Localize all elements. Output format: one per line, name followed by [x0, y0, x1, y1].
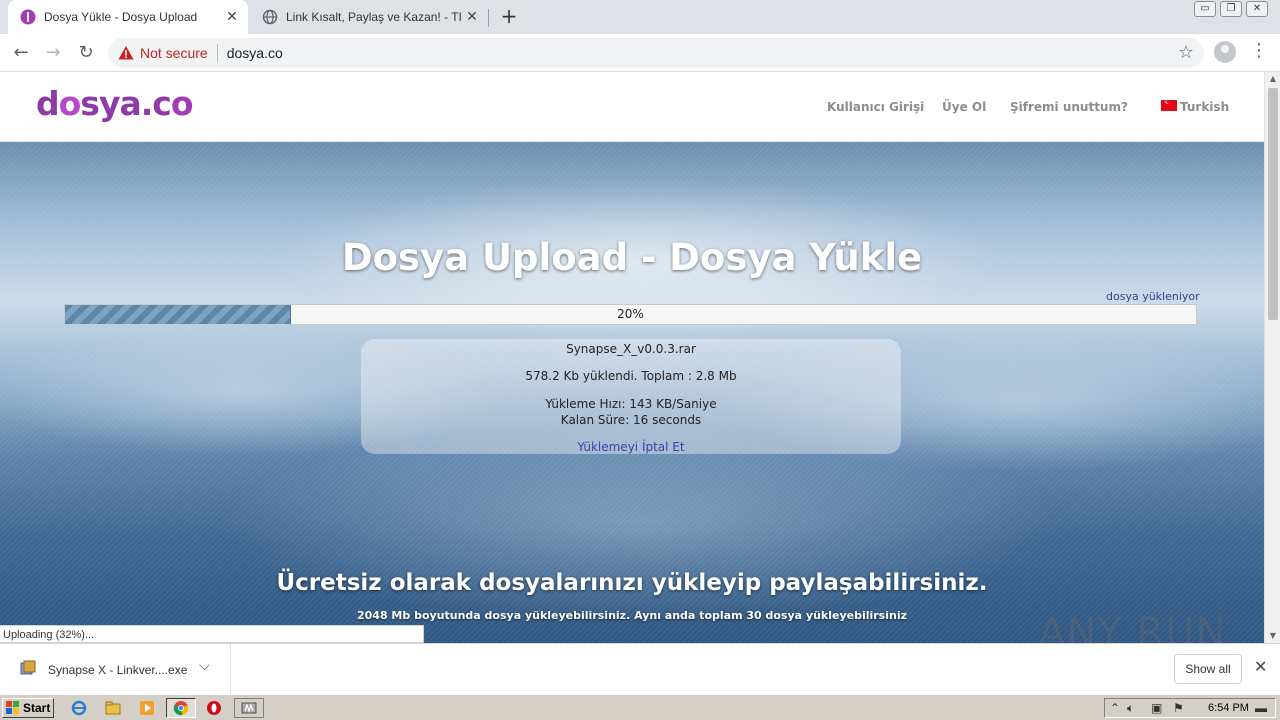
logo-letter: sya.c: [80, 84, 172, 123]
tab-title: Link Kısalt, Paylaş ve Kazan! - TIK.LA: [286, 10, 462, 24]
tab-close-icon[interactable]: ✕: [222, 9, 242, 25]
nav-signup-link[interactable]: Üye Ol: [942, 100, 986, 114]
download-filename: Synapse X - Linkver....exe: [48, 663, 188, 677]
upload-time-remaining: Kalan Süre: 16 seconds: [560, 413, 702, 427]
uploading-status-label: dosya yükleniyor: [1106, 290, 1200, 303]
browser-status-bubble: Uploading (32%)...: [0, 625, 424, 643]
site-header: dosya.co Kullanıcı Girişi Üye Ol Şifremi…: [0, 72, 1264, 142]
security-label[interactable]: Not secure: [140, 45, 208, 61]
omnibox-separator: [216, 44, 218, 62]
system-tray: ⌃ 🔈︎ ▣ ⚑ 6:54 PM ▬: [1104, 698, 1276, 718]
action-center-flag-icon[interactable]: ⚑: [1173, 701, 1184, 715]
application-icon: [241, 702, 257, 714]
show-all-button[interactable]: Show all: [1174, 654, 1242, 684]
scroll-up-icon[interactable]: ▲: [1265, 72, 1280, 86]
upload-info-box: Synapse_X_v0.0.3.rar 578.2 Kb yüklendi. …: [361, 339, 901, 454]
scrollbar-thumb[interactable]: [1268, 88, 1278, 320]
show-desktop-icon[interactable]: ▬: [1255, 701, 1267, 715]
reload-button[interactable]: ↻: [73, 41, 99, 65]
browser-menu-icon[interactable]: ⋮: [1250, 40, 1268, 61]
start-label: Start: [23, 701, 51, 715]
nav-login-link[interactable]: Kullanıcı Girişi: [827, 100, 924, 114]
opera-icon: [207, 701, 221, 715]
scroll-down-icon[interactable]: ▼: [1265, 629, 1280, 643]
taskbar-opera-icon[interactable]: [201, 698, 227, 718]
page-title: Dosya Upload - Dosya Yükle: [341, 236, 923, 279]
url-text[interactable]: dosya.co: [227, 45, 283, 61]
back-button[interactable]: ←: [8, 41, 34, 65]
network-icon[interactable]: ▣: [1151, 701, 1162, 715]
windows-logo-icon: [6, 701, 19, 714]
download-item[interactable]: Synapse X - Linkver....exe ⌵: [0, 644, 231, 695]
taskbar-explorer-icon[interactable]: [100, 698, 126, 718]
folder-icon: [105, 701, 121, 715]
restore-button[interactable]: ❐: [1220, 1, 1242, 17]
window-controls: ▭ ❐ ✕: [1194, 1, 1268, 17]
executable-file-icon: [20, 660, 36, 675]
new-tab-button[interactable]: +: [497, 5, 521, 29]
cancel-upload-link[interactable]: Yüklemeyi İptal Et: [361, 440, 901, 454]
turkey-flag-icon: [1161, 97, 1177, 111]
tab-dosya[interactable]: Dosya Yükle - Dosya Upload ✕: [8, 0, 248, 34]
dosya-logo[interactable]: dosya.co: [36, 84, 193, 123]
media-player-icon: [140, 701, 154, 715]
tray-expand-icon[interactable]: ⌃: [1110, 701, 1120, 715]
tab-separator: [488, 9, 489, 27]
close-icon[interactable]: ✕: [1254, 657, 1267, 676]
forward-button[interactable]: →: [40, 41, 66, 65]
taskbar-app-icon[interactable]: [234, 698, 264, 718]
tab-close-icon[interactable]: ✕: [462, 9, 482, 25]
globe-icon: [262, 9, 278, 25]
progress-percent: 20%: [617, 307, 644, 321]
download-shelf: Synapse X - Linkver....exe ⌵ Show all ✕: [0, 643, 1280, 695]
chevron-down-icon[interactable]: ⌵: [199, 658, 210, 674]
logo-letter: d: [36, 84, 60, 123]
logo-letter: o: [170, 84, 194, 123]
upload-size-progress: 578.2 Kb yüklendi. Toplam : 2.8 Mb: [525, 369, 737, 383]
tab-tikla[interactable]: Link Kısalt, Paylaş ve Kazan! - TIK.LA ✕: [250, 0, 488, 34]
hero-section: Dosya Upload - Dosya Yükle dosya yükleni…: [0, 142, 1264, 643]
page-scrollbar[interactable]: ▲ ▼: [1264, 72, 1280, 643]
bookmark-star-icon[interactable]: ☆: [1178, 42, 1194, 63]
nav-forgot-password-link[interactable]: Şifremi unuttum?: [1010, 100, 1128, 114]
nav-language-link[interactable]: Turkish: [1180, 100, 1229, 114]
hero-tagline: Ücretsiz olarak dosyalarınızı yükleyip p…: [276, 570, 988, 596]
chrome-icon: [173, 701, 189, 716]
taskbar-clock[interactable]: 6:54 PM: [1208, 702, 1249, 714]
page-viewport: dosya.co Kullanıcı Girişi Üye Ol Şifremi…: [0, 72, 1264, 643]
minimize-button[interactable]: ▭: [1194, 1, 1216, 17]
taskbar-ie-icon[interactable]: [66, 698, 92, 718]
speaker-icon[interactable]: 🔈︎: [1127, 701, 1134, 716]
tab-strip: Dosya Yükle - Dosya Upload ✕ Link Kısalt…: [0, 0, 1280, 34]
warning-icon: [118, 46, 134, 60]
address-bar[interactable]: Not secure dosya.co ☆: [108, 38, 1204, 68]
taskbar-mediaplayer-icon[interactable]: [134, 698, 160, 718]
logo-letter: o: [58, 84, 82, 123]
upload-speed: Yükleme Hızı: 143 KB/Saniye: [545, 397, 717, 411]
browser-toolbar: ← → ↻ Not secure dosya.co ☆ ⋮: [0, 34, 1280, 72]
dosya-favicon-icon: [20, 9, 36, 25]
profile-avatar-icon[interactable]: [1214, 41, 1236, 63]
taskbar: Start ⌃ 🔈︎ ▣ ⚑ 6:54 PM ▬: [0, 694, 1280, 720]
tab-title: Dosya Yükle - Dosya Upload: [44, 10, 198, 24]
upload-filename: Synapse_X_v0.0.3.rar: [566, 342, 696, 356]
close-window-button[interactable]: ✕: [1246, 1, 1268, 17]
start-button[interactable]: Start: [2, 698, 54, 718]
taskbar-chrome-icon[interactable]: [166, 698, 196, 718]
upload-progress-bar: 20%: [64, 304, 1197, 325]
internet-explorer-icon: [71, 700, 87, 716]
